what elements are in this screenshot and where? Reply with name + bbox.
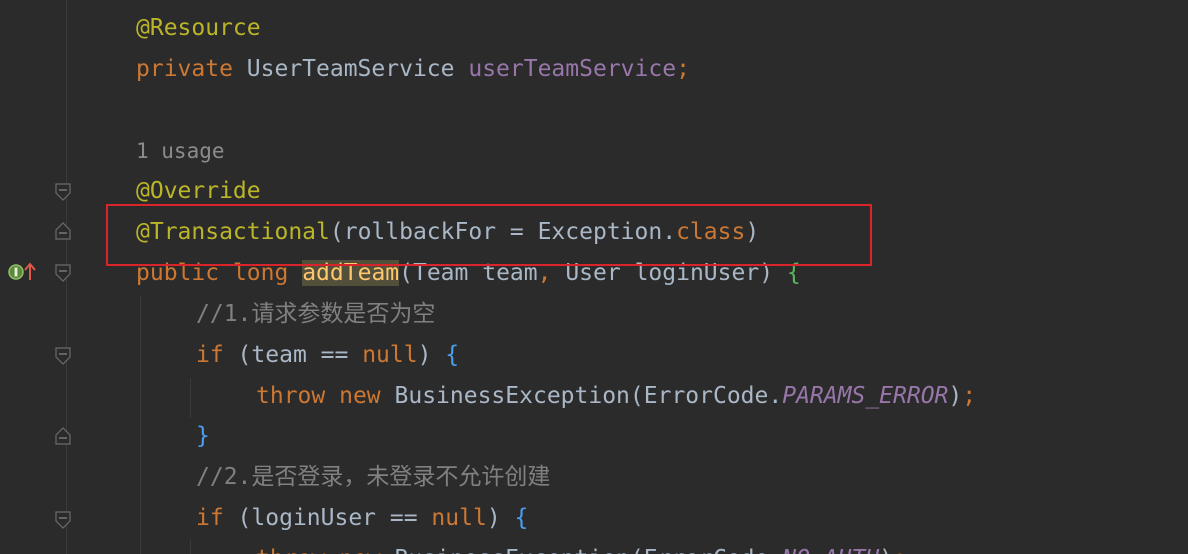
- code-line[interactable]: if (loginUser == null) {: [196, 498, 528, 539]
- code-token: (loginUser ==: [223, 505, 432, 531]
- code-token: ): [417, 342, 446, 368]
- fold-marker-icon[interactable]: [55, 222, 71, 240]
- code-token: 1 usage: [136, 139, 225, 163]
- editor-gutter: [0, 0, 90, 554]
- indent-guide: [140, 296, 141, 554]
- code-token: if: [196, 342, 224, 368]
- code-token: ): [948, 383, 963, 409]
- code-token: ;: [676, 56, 690, 82]
- code-line[interactable]: @Resource: [136, 8, 261, 49]
- code-token: private: [136, 56, 233, 82]
- code-token: @Override: [136, 178, 261, 204]
- code-token: {: [445, 342, 460, 368]
- code-token: null: [431, 505, 487, 531]
- code-line[interactable]: }: [196, 416, 210, 457]
- code-editor[interactable]: @Resource private UserTeamService userTea…: [0, 0, 1188, 554]
- code-token: {: [514, 505, 529, 531]
- code-token: ;: [962, 383, 977, 409]
- code-line[interactable]: //2.是否登录，未登录不允许创建: [196, 457, 550, 498]
- code-line[interactable]: throw new BusinessException(ErrorCode.PA…: [256, 376, 976, 417]
- code-token: //2.是否登录，未登录不允许创建: [196, 464, 551, 490]
- code-token: PARAMS_ERROR: [782, 383, 949, 409]
- code-line[interactable]: throw new BusinessException(ErrorCode.NO…: [256, 539, 907, 554]
- code-token: new: [339, 546, 381, 554]
- highlight-annotation-box: [106, 204, 872, 266]
- code-line[interactable]: 1 usage: [136, 131, 225, 172]
- fold-marker-icon[interactable]: [55, 347, 71, 365]
- code-token: (team ==: [223, 342, 363, 368]
- fold-marker-icon[interactable]: [55, 183, 71, 201]
- code-token: throw: [256, 383, 326, 409]
- code-token: if: [196, 505, 224, 531]
- code-token: ): [486, 505, 515, 531]
- code-token: ;: [893, 546, 907, 554]
- code-token: @Resource: [136, 15, 261, 41]
- code-token: userTeamService: [468, 56, 677, 82]
- code-token: }: [196, 423, 210, 449]
- code-token: UserTeamService: [232, 56, 469, 82]
- code-line[interactable]: //1.请求参数是否为空: [196, 294, 435, 335]
- indent-guide: [190, 378, 191, 418]
- code-line[interactable]: private UserTeamService userTeamService;: [136, 49, 690, 90]
- override-arrow-icon[interactable]: [24, 262, 36, 280]
- code-token: null: [362, 342, 418, 368]
- fold-marker-icon[interactable]: [55, 264, 71, 282]
- code-token: new: [339, 383, 381, 409]
- fold-marker-icon[interactable]: [55, 511, 71, 529]
- implements-interface-icon[interactable]: [8, 264, 24, 280]
- indent-guide: [190, 540, 191, 554]
- code-token: NO_AUTH: [782, 546, 879, 554]
- code-token: throw: [256, 546, 325, 554]
- fold-marker-icon[interactable]: [55, 427, 71, 445]
- code-token: //1.请求参数是否为空: [196, 301, 436, 327]
- code-token: ): [879, 546, 893, 554]
- gutter-markers[interactable]: [6, 262, 42, 282]
- code-token: BusinessException(ErrorCode.: [380, 383, 783, 409]
- code-line[interactable]: if (team == null) {: [196, 335, 459, 376]
- code-token: BusinessException(ErrorCode.: [381, 546, 783, 554]
